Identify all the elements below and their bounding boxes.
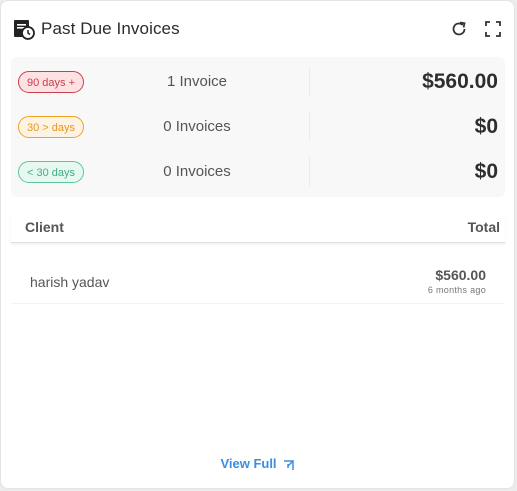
amount-due: $560.00	[422, 69, 498, 93]
summary-row-30-plus: 30 > days 0 Invoices $0	[11, 104, 505, 149]
summary-row-under-30: < 30 days 0 Invoices $0	[11, 149, 505, 194]
row-timestamp: 6 months ago	[427, 285, 486, 295]
amount-due: $0	[474, 114, 498, 138]
client-name: harish yadav	[30, 274, 110, 290]
column-header-total: Total	[467, 219, 500, 235]
view-full-label: View Full	[220, 456, 277, 471]
table-row[interactable]: harish yadav $560.00 6 months ago	[11, 257, 505, 304]
status-badge: < 30 days	[18, 160, 85, 183]
status-badge: 90 days +	[18, 70, 85, 93]
amount-due: $0	[474, 159, 498, 183]
view-full-link[interactable]: View Full	[1, 456, 514, 471]
widget-header: Past Due Invoices	[13, 15, 502, 43]
aging-summary: 90 days + 1 Invoice $560.00 30 > days 0 …	[11, 57, 505, 197]
invoice-count: 1 Invoice	[166, 73, 228, 90]
table-header: Client Total	[11, 214, 505, 243]
fullscreen-icon[interactable]	[484, 20, 502, 38]
divider	[309, 157, 310, 186]
invoice-clock-icon	[13, 18, 35, 40]
row-total: $560.00	[435, 267, 486, 283]
invoice-count: 0 Invoices	[163, 163, 231, 180]
header-actions	[450, 20, 502, 38]
column-header-client: Client	[25, 219, 64, 235]
divider	[309, 67, 310, 96]
invoice-count: 0 Invoices	[163, 118, 231, 135]
refresh-icon[interactable]	[450, 20, 468, 38]
summary-row-90-plus: 90 days + 1 Invoice $560.00	[11, 59, 505, 104]
status-badge: 30 > days	[18, 115, 85, 138]
widget-title: Past Due Invoices	[41, 19, 180, 38]
divider	[309, 112, 310, 141]
external-corner-arrow-icon	[283, 459, 295, 471]
past-due-invoices-widget: Past Due Invoices 90 days + 1 Invoice $5…	[0, 0, 515, 489]
